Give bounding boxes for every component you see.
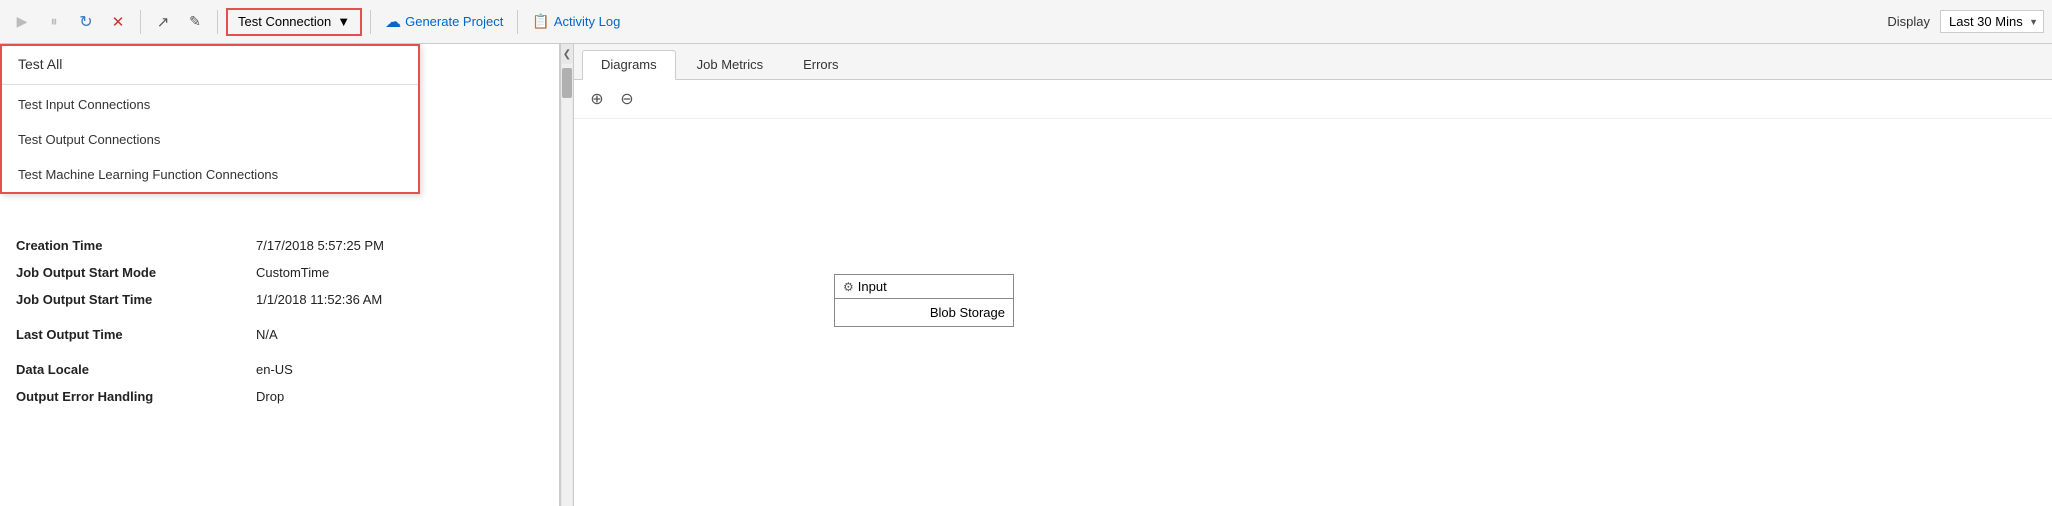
generate-project-label: Generate Project xyxy=(405,14,503,29)
pause-button[interactable]: ⏸ xyxy=(40,8,68,36)
prop-label-error-handling: Output Error Handling xyxy=(16,389,256,404)
dropdown-menu: Test All Test Input Connections Test Out… xyxy=(0,44,420,194)
diagram-toolbar: ⊕ ⊖ xyxy=(574,80,2052,119)
prop-row-last-output: Last Output Time N/A xyxy=(16,321,543,348)
dropdown-separator xyxy=(2,84,418,85)
dropdown-item-test-ml[interactable]: Test Machine Learning Function Connectio… xyxy=(2,157,418,192)
prop-label-creation-time: Creation Time xyxy=(16,238,256,253)
properties-panel: Creation Time 7/17/2018 5:57:25 PM Job O… xyxy=(0,224,559,506)
tab-job-metrics[interactable]: Job Metrics xyxy=(678,50,782,79)
prop-label-output-start-time: Job Output Start Time xyxy=(16,292,256,307)
prop-value-last-output: N/A xyxy=(256,327,278,342)
divider-3 xyxy=(370,10,371,34)
prop-value-data-locale: en-US xyxy=(256,362,293,377)
generate-project-icon: ☁ xyxy=(385,12,401,32)
dropdown-item-test-all[interactable]: Test All xyxy=(2,46,418,82)
prop-row-creation-time: Creation Time 7/17/2018 5:57:25 PM xyxy=(16,232,543,259)
activity-log-label: Activity Log xyxy=(554,14,620,29)
prop-row-output-start-time: Job Output Start Time 1/1/2018 11:52:36 … xyxy=(16,286,543,313)
divider-1 xyxy=(140,10,141,34)
test-connection-arrow: ▼ xyxy=(337,14,350,29)
divider-2 xyxy=(217,10,218,34)
tab-errors[interactable]: Errors xyxy=(784,50,857,79)
splitter-thumb xyxy=(562,68,572,98)
splitter-scrollbar xyxy=(562,64,572,506)
right-panel: Diagrams Job Metrics Errors ⊕ ⊖ ⚙ Input … xyxy=(574,44,2052,506)
prop-label-data-locale: Data Locale xyxy=(16,362,256,377)
diagram-area: ⊕ ⊖ ⚙ Input Blob Storage xyxy=(574,80,2052,506)
diagram-node-input[interactable]: ⚙ Input Blob Storage xyxy=(834,274,1014,327)
generate-project-link[interactable]: ☁ Generate Project xyxy=(379,8,509,36)
divider-4 xyxy=(517,10,518,34)
diagram-canvas: ⚙ Input Blob Storage xyxy=(574,119,2052,501)
activity-log-icon: 📋 xyxy=(532,13,549,30)
toolbar: ▶ ⏸ ↻ ✕ ↗ ✎ Test Connection ▼ ☁ Generate… xyxy=(0,0,2052,44)
zoom-out-button[interactable]: ⊖ xyxy=(614,86,640,112)
prop-row-output-start-mode: Job Output Start Mode CustomTime xyxy=(16,259,543,286)
splitter-arrow-left[interactable]: ❮ xyxy=(563,48,571,62)
close-button[interactable]: ✕ xyxy=(104,8,132,36)
play-button[interactable]: ▶ xyxy=(8,8,36,36)
dropdown-item-test-input[interactable]: Test Input Connections xyxy=(2,87,418,122)
dropdown-item-test-output[interactable]: Test Output Connections xyxy=(2,122,418,157)
prop-row-data-locale: Data Locale en-US xyxy=(16,356,543,383)
refresh-button[interactable]: ↻ xyxy=(72,8,100,36)
left-panel: Test All Test Input Connections Test Out… xyxy=(0,44,560,506)
tab-diagrams[interactable]: Diagrams xyxy=(582,50,676,80)
prop-label-output-start-mode: Job Output Start Mode xyxy=(16,265,256,280)
node-header: ⚙ Input xyxy=(835,275,1013,299)
edit-button[interactable]: ✎ xyxy=(181,8,209,36)
display-label: Display xyxy=(1887,14,1930,29)
prop-value-creation-time: 7/17/2018 5:57:25 PM xyxy=(256,238,384,253)
prop-value-error-handling: Drop xyxy=(256,389,284,404)
test-connection-label: Test Connection xyxy=(238,14,331,29)
splitter[interactable]: ❮ xyxy=(560,44,574,506)
node-gear-icon: ⚙ xyxy=(843,280,854,294)
prop-value-output-start-time: 1/1/2018 11:52:36 AM xyxy=(256,292,382,307)
display-select[interactable]: Last 30 Mins xyxy=(1940,10,2044,33)
tabs-bar: Diagrams Job Metrics Errors xyxy=(574,44,2052,80)
node-body: Blob Storage xyxy=(835,299,1013,326)
prop-row-error-handling: Output Error Handling Drop xyxy=(16,383,543,410)
node-body-text: Blob Storage xyxy=(930,305,1005,320)
zoom-in-button[interactable]: ⊕ xyxy=(584,86,610,112)
test-connection-button[interactable]: Test Connection ▼ xyxy=(226,8,362,36)
prop-label-last-output: Last Output Time xyxy=(16,327,256,342)
main-content: Test All Test Input Connections Test Out… xyxy=(0,44,2052,506)
node-header-text: Input xyxy=(858,279,887,294)
activity-log-link[interactable]: 📋 Activity Log xyxy=(526,9,626,34)
display-select-wrapper: Last 30 Mins xyxy=(1940,10,2044,33)
open-external-button[interactable]: ↗ xyxy=(149,8,177,36)
prop-value-output-start-mode: CustomTime xyxy=(256,265,329,280)
